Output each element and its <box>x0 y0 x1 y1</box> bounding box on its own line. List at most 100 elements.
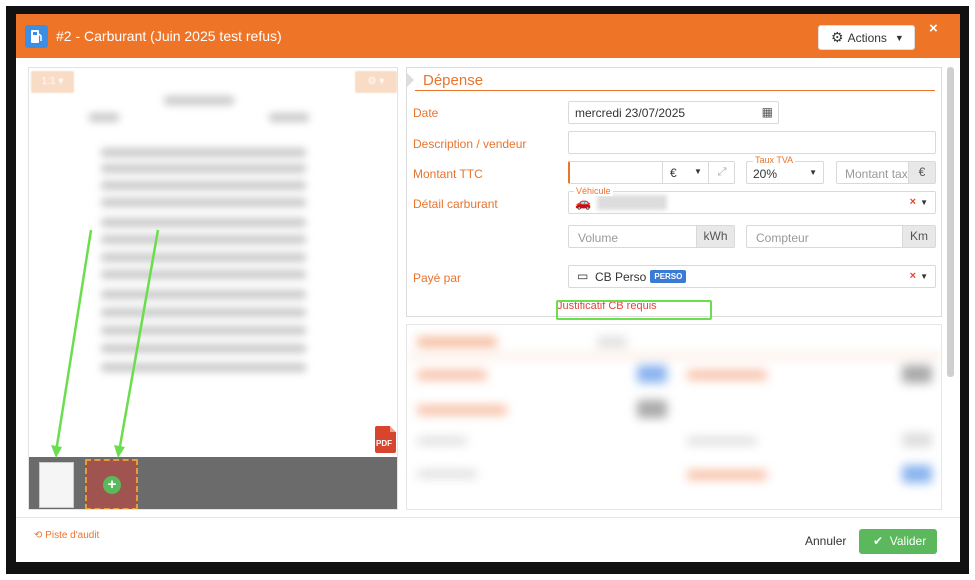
zoom-button[interactable]: 1:1 ▾ <box>31 71 74 93</box>
blurred-document-content <box>101 326 306 335</box>
pdf-icon-label: PDF <box>376 439 392 448</box>
close-icon[interactable]: × <box>929 20 938 37</box>
vehicle-select[interactable]: 🚗 × ▼ <box>568 191 936 214</box>
car-icon: 🚗 <box>575 195 592 210</box>
actions-label: Actions <box>847 30 887 45</box>
paid-by-label: Payé par <box>413 271 462 285</box>
blurred-document-content <box>101 181 306 190</box>
caret-down-icon: ▼ <box>894 32 904 43</box>
credit-card-icon: ▭ <box>577 269 589 283</box>
fuel-pump-icon <box>25 25 48 48</box>
thumbnail-bar: + <box>29 457 397 509</box>
modal-header: #2 - Carburant (Juin 2025 test refus) ⚙ … <box>16 14 960 58</box>
clear-icon[interactable]: × <box>910 196 916 208</box>
amount-input[interactable]: € ▼ ⤢ <box>568 161 735 184</box>
blurred-content <box>902 433 932 447</box>
blurred-document-content <box>101 235 306 244</box>
document-viewer: 1:1 ▾ ⚙ ▾ PDF + <box>28 67 398 510</box>
caret-down-icon: ▼ <box>694 167 702 176</box>
section-arrow <box>407 73 414 87</box>
amount-label: Montant TTC <box>413 167 483 181</box>
blurred-document-content <box>101 148 306 157</box>
audit-trail-label: Piste d'audit <box>45 530 100 541</box>
paid-by-value: CB Perso <box>595 270 647 284</box>
audit-trail-link[interactable]: ⟲ Piste d'audit <box>34 530 99 541</box>
blurred-content <box>597 337 627 347</box>
expense-form: Dépense Date mercredi 23/07/2025 ▦ Descr… <box>406 67 942 317</box>
blurred-document-content <box>269 113 309 122</box>
odometer-input[interactable]: Compteur Km <box>746 225 936 248</box>
calendar-icon[interactable]: ▦ <box>762 105 773 119</box>
blurred-document-content <box>101 363 306 372</box>
pdf-icon[interactable]: PDF <box>375 426 396 453</box>
expand-icon[interactable]: ⤢ <box>708 162 735 183</box>
validate-label: Valider <box>889 534 927 548</box>
scrollbar[interactable] <box>947 67 954 377</box>
tax-currency: € <box>908 162 935 183</box>
date-field[interactable]: mercredi 23/07/2025 ▦ <box>568 101 779 124</box>
blurred-content <box>417 337 497 347</box>
perso-badge: PERSO <box>650 270 687 283</box>
volume-input[interactable]: Volume kWh <box>568 225 735 248</box>
caret-down-icon: ▼ <box>920 198 928 207</box>
expense-modal: #2 - Carburant (Juin 2025 test refus) ⚙ … <box>16 14 960 562</box>
vat-rate-float-label: Taux TVA <box>753 155 796 165</box>
blurred-document-content <box>101 218 306 227</box>
blurred-document-content <box>101 344 306 353</box>
blurred-content <box>687 470 767 480</box>
currency-select[interactable]: € ▼ <box>662 162 708 183</box>
odometer-placeholder: Compteur <box>756 231 809 245</box>
volume-unit: kWh <box>696 226 734 247</box>
blurred-content <box>637 400 667 418</box>
vehicle-float-label: Véhicule <box>574 186 613 196</box>
blurred-secondary-section <box>406 324 942 510</box>
page-thumbnail[interactable] <box>39 462 74 508</box>
validate-button[interactable]: ✔ Valider <box>859 529 937 554</box>
footer-divider <box>16 517 960 518</box>
description-input[interactable] <box>568 131 936 154</box>
section-title: Dépense <box>423 72 484 89</box>
blurred-content <box>407 355 941 357</box>
blurred-content <box>417 437 467 445</box>
cancel-button[interactable]: Annuler <box>805 534 846 548</box>
blurred-content <box>902 465 932 483</box>
tax-amount-placeholder: Montant taxe <box>845 167 915 181</box>
blurred-document-content <box>101 270 306 279</box>
fuel-detail-label: Détail carburant <box>413 197 498 211</box>
vat-rate-value: 20% <box>753 167 778 181</box>
viewer-settings-button[interactable]: ⚙ ▾ <box>355 71 397 93</box>
description-label: Description / vendeur <box>413 137 527 151</box>
actions-button[interactable]: ⚙ Actions ▼ <box>818 25 915 50</box>
caret-down-icon: ▼ <box>920 272 928 281</box>
blurred-content <box>687 437 757 445</box>
blurred-document-content <box>101 308 306 317</box>
add-page-button[interactable]: + <box>85 459 138 509</box>
odometer-unit: Km <box>902 226 935 247</box>
gear-icon: ⚙ <box>831 29 844 45</box>
gear-icon: ⚙ <box>367 76 377 87</box>
blurred-document-content <box>164 96 234 105</box>
clear-icon[interactable]: × <box>910 270 916 282</box>
annotation-highlight-box <box>556 300 712 320</box>
date-label: Date <box>413 106 439 120</box>
blurred-document-content <box>89 113 119 122</box>
volume-placeholder: Volume <box>578 231 619 245</box>
tax-amount-input[interactable]: Montant taxe € <box>836 161 936 184</box>
modal-title: #2 - Carburant (Juin 2025 test refus) <box>56 28 282 44</box>
history-icon: ⟲ <box>34 530 43 541</box>
vehicle-name-redacted <box>597 195 667 210</box>
blurred-content <box>417 370 487 380</box>
blurred-document-content <box>101 164 306 173</box>
paid-by-select[interactable]: ▭ CB Perso PERSO × ▼ <box>568 265 936 288</box>
check-icon: ✔ <box>873 534 884 548</box>
blurred-content <box>687 370 767 380</box>
caret-down-icon: ▼ <box>809 168 817 177</box>
section-divider <box>415 90 935 91</box>
blurred-document-content <box>101 253 306 262</box>
blurred-content <box>637 365 667 383</box>
blurred-content <box>902 365 932 383</box>
currency-value: € <box>670 166 677 180</box>
plus-circle-icon: + <box>103 476 121 494</box>
blurred-content <box>417 405 507 415</box>
blurred-document-content <box>101 290 306 299</box>
